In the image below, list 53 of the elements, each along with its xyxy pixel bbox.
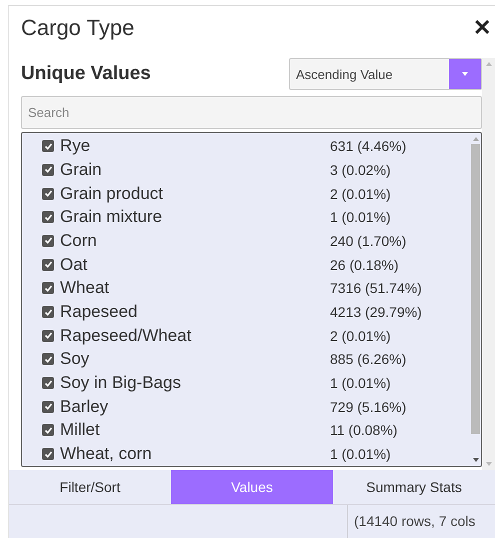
value-label: Grain <box>60 160 103 180</box>
checkbox[interactable] <box>42 188 54 200</box>
value-label: Rapeseed <box>60 302 139 322</box>
value-count: 631 (4.46%) <box>330 138 406 154</box>
section-title: Unique Values <box>21 63 151 86</box>
checkbox[interactable] <box>42 330 54 342</box>
value-label: Wheat <box>60 278 110 298</box>
close-button[interactable]: ✕ <box>473 15 491 41</box>
tab[interactable]: Filter/Sort <box>9 470 171 504</box>
value-count: 2 (0.01%) <box>330 186 391 202</box>
value-count: 729 (5.16%) <box>330 398 406 415</box>
checkbox[interactable] <box>42 448 54 460</box>
caret-icon <box>462 72 468 76</box>
value-count: 1 (0.01%) <box>330 375 391 392</box>
checkbox[interactable] <box>42 258 54 271</box>
value-label: Rapeseed/Wheat <box>60 326 192 346</box>
value-count: 26 (0.18%) <box>330 256 398 273</box>
checkbox[interactable] <box>42 164 54 176</box>
value-count: 2 (0.01%) <box>330 328 391 344</box>
checkbox[interactable] <box>42 140 54 152</box>
checkbox[interactable] <box>42 377 54 390</box>
sort-dropdown[interactable]: Ascending Value <box>289 58 482 90</box>
value-count: 7316 (51.74%) <box>330 280 422 296</box>
checkbox[interactable] <box>42 234 54 247</box>
value-label: Oat <box>60 254 88 275</box>
value-label: Soy in Big-Bags <box>60 373 182 394</box>
value-label: Grain product <box>60 184 164 204</box>
checkbox[interactable] <box>42 282 54 294</box>
checkbox[interactable] <box>42 424 54 436</box>
value-label: Wheat, corn <box>60 444 153 464</box>
value-label: Corn <box>60 230 98 251</box>
value-count: 1 (0.01%) <box>330 209 391 226</box>
value-count: 3 (0.02%) <box>330 162 391 178</box>
value-label: Soy <box>60 349 90 370</box>
scroll-down-icon[interactable] <box>472 458 478 462</box>
value-label: Grain mixture <box>60 207 164 228</box>
tab[interactable]: Summary Stats <box>333 470 495 504</box>
checkbox[interactable] <box>42 353 54 366</box>
checkbox[interactable] <box>42 306 54 318</box>
panel-title: Cargo Type <box>21 15 134 41</box>
checkbox[interactable] <box>42 211 54 224</box>
value-label: Barley <box>60 396 110 417</box>
search-field[interactable]: Search <box>21 96 482 130</box>
value-count: 240 (1.70%) <box>330 232 406 249</box>
value-label: Millet <box>60 420 101 440</box>
value-count: 885 (6.26%) <box>330 351 406 368</box>
value-label: Rye <box>60 136 92 156</box>
value-count: 4213 (29.79%) <box>330 304 422 320</box>
checkbox[interactable] <box>42 400 54 413</box>
value-count: 11 (0.08%) <box>330 422 398 438</box>
value-count: 1 (0.01%) <box>330 446 391 462</box>
row-count-text: (14140 rows, 7 cols <box>353 512 476 531</box>
tab[interactable]: Values <box>171 470 333 504</box>
